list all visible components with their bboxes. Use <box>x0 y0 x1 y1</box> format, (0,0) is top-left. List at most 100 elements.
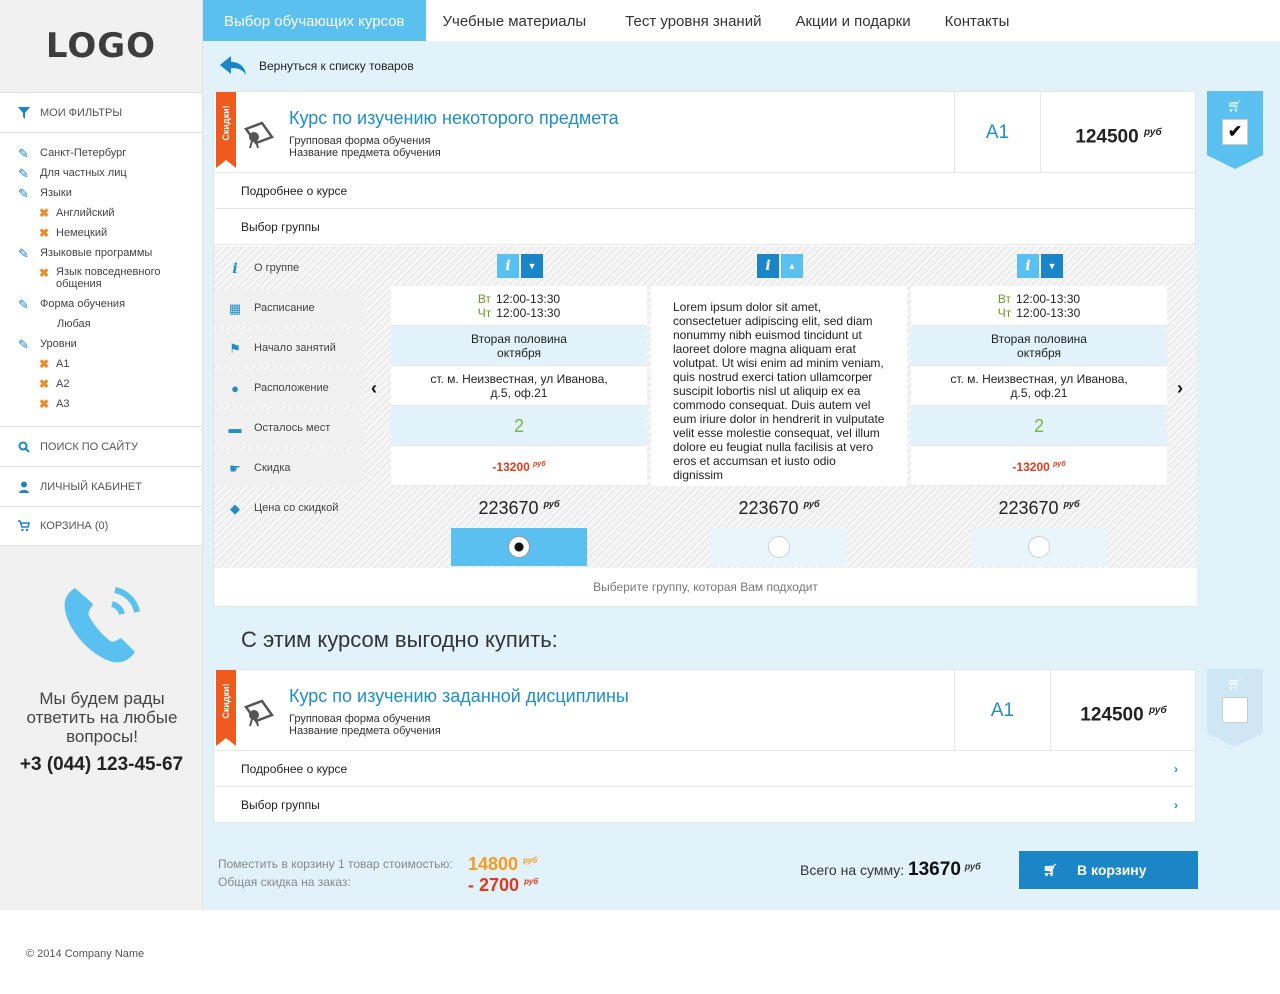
filter-value-label: Язык повседневного общения <box>56 266 161 290</box>
course2-cart-toggle[interactable]: 🛒︎ <box>1207 669 1263 747</box>
back-link[interactable]: Вернуться к списку товаров <box>220 55 414 77</box>
course-title[interactable]: Курс по изучению некоторого предмета <box>289 108 619 129</box>
remove-icon[interactable]: ✖ <box>39 377 50 391</box>
remove-icon[interactable]: ✖ <box>39 266 50 280</box>
info-icon[interactable]: i <box>1017 254 1039 278</box>
schedule-line: Чт 12:00-13:30 <box>911 306 1167 320</box>
account-link[interactable]: Личный кабинет <box>0 466 202 506</box>
time: 12:00-13:30 <box>496 291 561 306</box>
price-value: 223670 <box>998 498 1059 518</box>
ribbon-label: Скидки! <box>221 683 231 719</box>
label-text: Расположение <box>254 382 329 394</box>
seats-value: 2 <box>513 415 524 436</box>
filter-languages[interactable]: ✎ Языки <box>0 183 202 203</box>
info-icon[interactable]: i <box>757 254 779 278</box>
course-level: A1 <box>954 670 1051 751</box>
course-subtitle: Групповая форма обучения Название предмет… <box>289 135 441 159</box>
search-link[interactable]: Поиск по сайту <box>0 426 202 466</box>
filters-header[interactable]: Мои фильтры <box>0 92 202 132</box>
currency: руб <box>1148 705 1167 716</box>
pencil-icon[interactable]: ✎ <box>18 298 31 311</box>
group-select-row[interactable]: Выбор группы <box>214 209 1195 245</box>
course-more-row[interactable]: Подробнее о курсе <box>214 173 1195 209</box>
nav-item-materials[interactable]: Учебные материалы <box>426 0 604 41</box>
summary-discount-label: Общая скидка на заказ: <box>218 875 351 889</box>
filter-value: Любая <box>0 314 202 334</box>
nav-item-contacts[interactable]: Контакты <box>928 0 1027 41</box>
discount-cell: -13200 руб <box>391 446 647 486</box>
add-to-cart-button[interactable]: 🛒︎ В корзину <box>1019 851 1198 889</box>
filter-value-label: A3 <box>56 398 70 410</box>
group2-radio[interactable] <box>711 528 847 566</box>
location-cell: ст. м. Неизвестная, ул Иванова, д.5, оф.… <box>911 366 1167 406</box>
time: 12:00-13:30 <box>496 305 561 320</box>
logo[interactable]: LOGO <box>0 0 202 92</box>
summary-items-label: Поместить в корзину 1 товар стоимостью: <box>218 857 453 871</box>
pencil-icon[interactable]: ✎ <box>18 247 31 260</box>
chevron-right-icon[interactable]: › <box>1174 751 1178 787</box>
copyright: © 2014 Company Name <box>26 948 145 960</box>
remove-icon[interactable]: ✖ <box>39 357 50 371</box>
cart-checkbox-checked[interactable]: ✔ <box>1222 119 1248 145</box>
group-selector: i О группе ▦ Расписание ⚑ Начало занятий ● Р… <box>214 246 1197 606</box>
chevron-up-icon[interactable]: ▲ <box>781 254 803 278</box>
day: Чт <box>477 305 492 320</box>
filter-value-label: Любая <box>57 318 91 330</box>
course-title[interactable]: Курс по изучению заданной дисциплины <box>289 686 629 707</box>
filter-form[interactable]: ✎ Форма обучения <box>0 294 202 314</box>
summary-labels: Поместить в корзину 1 товар стоимостью: … <box>218 855 453 891</box>
start-value: Вторая половина октября <box>471 331 567 360</box>
filter-audience[interactable]: ✎ Для частных лиц <box>0 163 202 183</box>
filter-value-label: A2 <box>56 378 70 390</box>
label-text: Цена со скидкой <box>254 502 339 514</box>
price-value: 124500 <box>1075 126 1139 148</box>
course-header: Скидки! Курс по изучению некоторого пред… <box>214 92 1195 173</box>
remove-icon[interactable]: ✖ <box>39 397 50 411</box>
chevron-right-icon[interactable]: › <box>1174 787 1178 823</box>
pencil-icon[interactable]: ✎ <box>18 187 31 200</box>
pencil-icon[interactable]: ✎ <box>18 147 31 160</box>
group2-info-toggle[interactable]: i ▲ <box>757 254 803 278</box>
currency: руб <box>1053 460 1066 468</box>
section-title: С этим курсом выгодно купить: <box>241 627 558 652</box>
filter-value-label: A1 <box>56 358 70 370</box>
filter-programs[interactable]: ✎ Языковые программы <box>0 243 202 263</box>
group3-radio[interactable] <box>971 528 1107 566</box>
radio-checked[interactable] <box>508 536 530 558</box>
course1-cart-toggle[interactable]: 🛒︎ ✔ <box>1207 91 1263 169</box>
pencil-icon[interactable]: ✎ <box>18 167 31 180</box>
cart-link[interactable]: Корзина (0) <box>0 506 202 546</box>
course-more-row[interactable]: Подробнее о курсе › <box>214 751 1195 787</box>
nav-item-courses[interactable]: Выбор обучающих курсов <box>203 0 426 41</box>
filter-levels[interactable]: ✎ Уровни <box>0 334 202 354</box>
schedule-line: Вт 12:00-13:30 <box>391 292 647 306</box>
contact-phone[interactable]: +3 (044) 123-45-67 <box>0 754 203 776</box>
cart-checkbox-unchecked[interactable] <box>1222 697 1248 723</box>
filter-city[interactable]: ✎ Санкт-Петербург <box>0 143 202 163</box>
group3-info-toggle[interactable]: i ▼ <box>1017 254 1063 278</box>
group-label: Выбор группы <box>241 220 320 234</box>
search-label: Поиск по сайту <box>40 440 138 453</box>
search-icon <box>18 441 30 453</box>
group-label: Выбор группы <box>241 798 320 812</box>
nav-item-promo[interactable]: Акции и подарки <box>778 0 927 41</box>
radio-unchecked[interactable] <box>768 536 790 558</box>
chevron-down-icon[interactable]: ▼ <box>1041 254 1063 278</box>
remove-icon[interactable]: ✖ <box>39 226 50 240</box>
radio-unchecked[interactable] <box>1028 536 1050 558</box>
discount-amount: -13200 <box>1012 459 1050 474</box>
nav-item-test[interactable]: Тест уровня знаний <box>603 0 778 41</box>
cart-label: Корзина (0) <box>40 520 109 532</box>
group-column-1: Вт 12:00-13:30 Чт 12:00-13:30 Вторая полов… <box>391 286 647 486</box>
remove-icon[interactable]: ✖ <box>39 206 50 220</box>
prev-group-arrow-icon[interactable]: ‹ <box>371 378 377 399</box>
pencil-icon[interactable]: ✎ <box>18 338 31 351</box>
next-group-arrow-icon[interactable]: › <box>1177 378 1183 399</box>
start-cell: Вторая половина октября <box>391 326 647 366</box>
chevron-down-icon[interactable]: ▼ <box>521 254 543 278</box>
group1-info-toggle[interactable]: i ▼ <box>497 254 543 278</box>
group1-radio[interactable] <box>451 528 587 566</box>
info-icon[interactable]: i <box>497 254 519 278</box>
group3-price: 223670 руб <box>911 498 1167 519</box>
group-select-row[interactable]: Выбор группы › <box>214 787 1195 823</box>
